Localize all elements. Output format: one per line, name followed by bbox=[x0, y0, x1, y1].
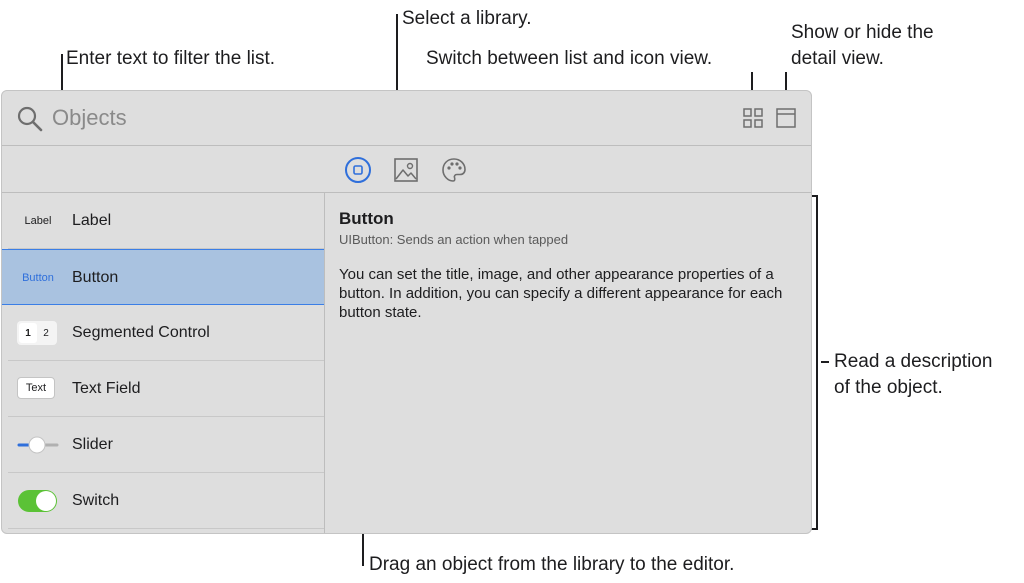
list-item-name: Slider bbox=[72, 436, 113, 453]
segmented-control-thumbnail: 1 2 bbox=[17, 321, 57, 345]
bracket-detail-right bbox=[816, 195, 818, 530]
slider-thumbnail bbox=[17, 436, 59, 454]
button-thumbnail-text: Button bbox=[22, 272, 54, 284]
media-library-icon[interactable] bbox=[392, 156, 420, 184]
callout-detail-toggle-line1: Show or hide the bbox=[791, 22, 934, 43]
leader-read-desc bbox=[821, 361, 829, 363]
list-item-name: Segmented Control bbox=[72, 324, 210, 341]
segment-2: 2 bbox=[43, 327, 49, 339]
list-item-text-field[interactable]: Text Text Field bbox=[2, 361, 324, 417]
list-item-name: Text Field bbox=[72, 380, 141, 397]
row-divider bbox=[8, 528, 324, 529]
library-selector bbox=[2, 146, 811, 193]
list-item-label[interactable]: Label Label bbox=[2, 193, 324, 249]
switch-thumbnail bbox=[18, 490, 57, 512]
list-item-name: Button bbox=[72, 269, 119, 286]
callout-switch-view: Switch between list and icon view. bbox=[426, 48, 713, 69]
list-item-segmented-control[interactable]: 1 2 Segmented Control bbox=[2, 305, 324, 361]
list-item-name: Switch bbox=[72, 492, 120, 509]
list-item-slider[interactable]: Slider bbox=[2, 417, 324, 473]
search-bar bbox=[2, 91, 811, 146]
list-item-name: Label bbox=[72, 212, 112, 229]
callout-read-desc-line2: of the object. bbox=[834, 377, 943, 398]
color-library-icon[interactable] bbox=[440, 156, 468, 184]
search-input[interactable] bbox=[50, 103, 554, 133]
detail-panel-icon[interactable] bbox=[775, 107, 797, 129]
label-thumbnail-text: Label bbox=[24, 215, 52, 227]
object-library-panel: Label Label Button Button 1 2 Segmented … bbox=[1, 90, 812, 534]
button-thumbnail: Button bbox=[17, 266, 59, 290]
label-thumbnail: Label bbox=[17, 209, 59, 233]
text-field-thumbnail-text: Text bbox=[25, 382, 47, 394]
list-item-switch[interactable]: Switch bbox=[2, 473, 324, 529]
callout-filter: Enter text to filter the list. bbox=[66, 48, 276, 69]
grid-view-icon[interactable] bbox=[742, 107, 764, 129]
detail-title: Button bbox=[339, 209, 394, 228]
object-list: Label Label Button Button 1 2 Segmented … bbox=[2, 193, 325, 533]
callout-select-library: Select a library. bbox=[402, 8, 532, 29]
search-icon bbox=[17, 106, 43, 132]
objects-library-icon[interactable] bbox=[344, 156, 372, 184]
text-field-thumbnail: Text bbox=[17, 377, 55, 399]
callout-detail-toggle-line2: detail view. bbox=[791, 48, 884, 69]
detail-view: Button UIButton: Sends an action when ta… bbox=[325, 193, 811, 533]
list-item-button[interactable]: Button Button bbox=[2, 249, 324, 305]
detail-description: You can set the title, image, and other … bbox=[339, 266, 783, 321]
segment-1: 1 bbox=[19, 323, 37, 343]
callout-drag-object: Drag an object from the library to the e… bbox=[369, 554, 735, 575]
callout-read-desc-line1: Read a description bbox=[834, 351, 993, 372]
detail-subtitle: UIButton: Sends an action when tapped bbox=[339, 232, 569, 247]
